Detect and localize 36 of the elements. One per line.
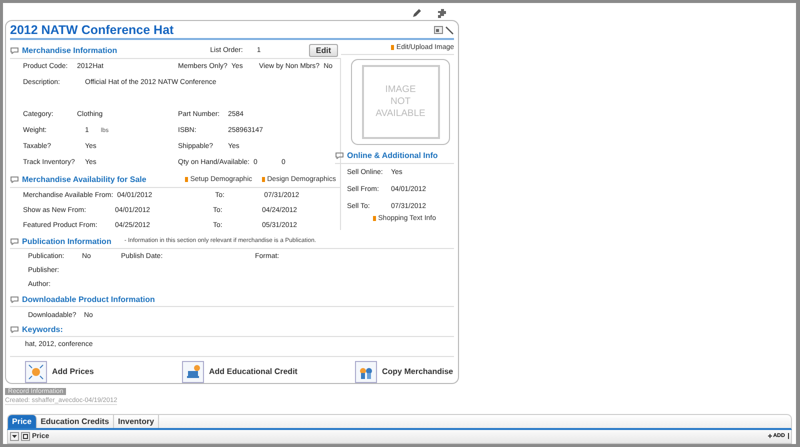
action-button[interactable]: Add Educational Credit (177, 360, 350, 383)
comment-icon (10, 238, 19, 245)
placeholder-text: IMAGE (385, 84, 416, 96)
comment-icon (10, 296, 19, 304)
tab[interactable]: Price (8, 415, 37, 428)
tab[interactable]: Inventory (114, 415, 160, 428)
window-button[interactable] (21, 432, 30, 441)
comment-icon (10, 47, 19, 54)
window-icon (23, 434, 28, 439)
page-title: 2012 NATW Conference Hat (10, 23, 174, 38)
bullet-icon (262, 177, 266, 182)
caret-icon (12, 434, 17, 438)
section-heading: Downloadable Product Information (22, 295, 155, 304)
people-icon (355, 360, 377, 383)
section-heading: Merchandise Availability for Sale (22, 175, 146, 184)
placeholder-text: AVAILABLE (376, 108, 426, 120)
action-button[interactable]: Copy Merchandise (350, 360, 460, 383)
placeholder-text: NOT (390, 96, 411, 108)
bullet-icon (391, 44, 394, 50)
section-heading: Online & Additional Info (347, 151, 438, 160)
plus-icon (768, 434, 772, 438)
bullet-icon (185, 177, 188, 182)
dropdown-button[interactable] (10, 432, 19, 441)
tab[interactable]: Education Credits (36, 415, 114, 428)
action-button[interactable]: Add Prices (10, 360, 177, 383)
edit-button[interactable]: Edit (308, 44, 338, 58)
comment-icon (10, 176, 19, 184)
panel-icon[interactable] (434, 26, 443, 34)
section-heading: Publication Information (22, 236, 112, 246)
section-heading: Merchandise Information (22, 46, 118, 56)
comment-icon (10, 326, 19, 333)
puzzle-icon[interactable] (436, 8, 447, 19)
pencil-icon[interactable] (412, 8, 422, 18)
section-heading: Keywords: (22, 325, 63, 334)
comment-icon (335, 152, 344, 160)
bullet-icon (373, 216, 376, 221)
